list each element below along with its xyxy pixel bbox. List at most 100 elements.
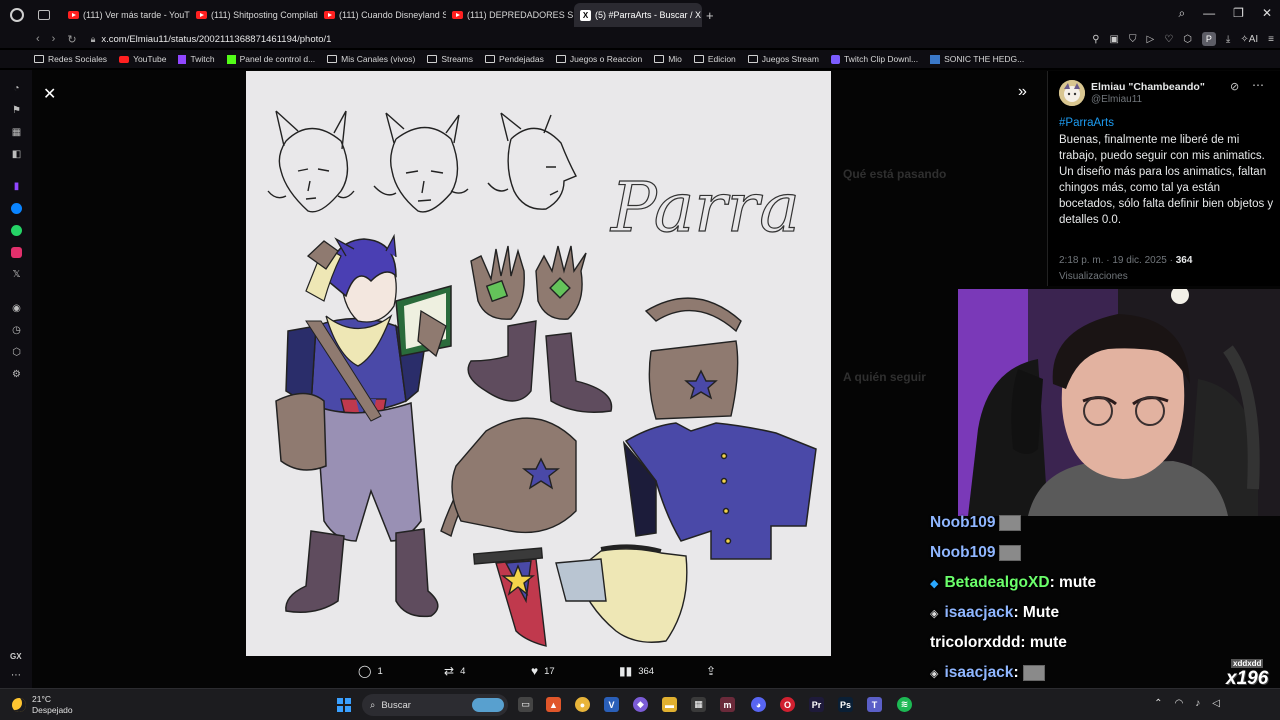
bookmark-item[interactable]: Juegos o Reaccion: [555, 54, 642, 64]
views-button[interactable]: ▮▮ 364: [619, 664, 654, 678]
discord-icon[interactable]: ◕: [751, 697, 766, 712]
mic-icon[interactable]: ♪: [1195, 698, 1200, 709]
instagram-icon[interactable]: [11, 247, 22, 258]
premiere-icon[interactable]: Pr: [809, 697, 824, 712]
network-icon[interactable]: ◠: [1175, 698, 1184, 709]
messenger-icon[interactable]: [11, 203, 22, 214]
bookmark-item[interactable]: Twitch Clip Downl...: [830, 54, 918, 64]
timestamp-text[interactable]: 2:18 p. m. · 19 dic. 2025 ·: [1059, 255, 1176, 266]
photoshop-icon[interactable]: Ps: [838, 697, 853, 712]
chrome-icon[interactable]: ●: [575, 697, 590, 712]
copilot-icon[interactable]: ◆: [633, 697, 648, 712]
chat-username[interactable]: isaacjack: [944, 664, 1013, 682]
player-icon[interactable]: ▷: [1146, 34, 1154, 45]
adblock-icon[interactable]: ⛉: [1129, 34, 1137, 45]
snapshot-icon[interactable]: ▣: [1110, 34, 1119, 45]
spotify-icon[interactable]: ≋: [897, 697, 912, 712]
taskbar-search[interactable]: ⌕ Buscar: [362, 694, 508, 716]
window-controls: ⌕ — ❐ ✕: [1178, 6, 1272, 21]
start-button[interactable]: [337, 698, 351, 712]
bookmark-item[interactable]: Edicion: [693, 54, 736, 64]
player-sidebar-icon[interactable]: ◉: [11, 303, 22, 314]
like-count: 17: [544, 665, 555, 677]
more-options-icon[interactable]: ⋯: [1252, 78, 1264, 92]
expand-panel-icon[interactable]: »: [1018, 83, 1027, 101]
forward-icon[interactable]: ›: [52, 33, 56, 46]
chat-username[interactable]: Noob109: [930, 514, 995, 532]
repost-button[interactable]: ⇄ 4: [444, 664, 465, 678]
browser-tab[interactable]: (111) Shitposting Compilation: [190, 3, 318, 27]
like-button[interactable]: ♥ 17: [531, 664, 555, 678]
file-explorer-icon[interactable]: ▬: [662, 697, 677, 712]
ai-button[interactable]: ✧AI: [1240, 34, 1258, 45]
gx-mods-icon[interactable]: ◧: [11, 149, 22, 160]
maximize-icon[interactable]: ❐: [1233, 6, 1244, 21]
hashtag-link[interactable]: #ParraArts: [1059, 117, 1114, 129]
url-field[interactable]: x.com/Elmiau11/status/200211136887146119…: [101, 34, 331, 45]
share-button[interactable]: ⇪: [706, 664, 716, 678]
chat-message: tricolorxddd : mute: [930, 634, 1067, 652]
bookmark-item[interactable]: Mio: [654, 54, 682, 64]
sidebar-more-icon[interactable]: ⋯: [11, 670, 21, 681]
gx-control-icon[interactable]: ⚑: [11, 105, 22, 116]
close-window-icon[interactable]: ✕: [1262, 6, 1272, 21]
reply-button[interactable]: ◯ 1: [358, 664, 383, 678]
new-tab-button[interactable]: +: [706, 8, 714, 23]
opera-gx-icon[interactable]: O: [780, 697, 795, 712]
profile-avatar[interactable]: P: [1201, 32, 1216, 46]
browser-tab[interactable]: (111) Ver más tarde - YouTube: [62, 3, 190, 27]
tweet-image[interactable]: Parra: [246, 71, 831, 656]
minimize-icon[interactable]: —: [1203, 6, 1215, 21]
speed-dial-icon[interactable]: ◔: [11, 83, 22, 94]
menu-icon[interactable]: ≡: [1268, 34, 1274, 45]
task-view-icon[interactable]: ▭: [518, 697, 533, 712]
extensions-sidebar-icon[interactable]: ⬡: [11, 347, 22, 358]
weather-widget[interactable]: 21°C Despejado: [12, 694, 73, 716]
twitch-icon[interactable]: ▮: [11, 181, 22, 192]
author-name[interactable]: Elmiau "Chambeando": [1091, 81, 1205, 93]
extensions-icon[interactable]: ⬡: [1183, 34, 1192, 45]
bookmark-item[interactable]: Redes Sociales: [34, 54, 107, 64]
bookmark-item[interactable]: Juegos Stream: [747, 54, 819, 64]
grok-icon[interactable]: ⊘: [1230, 80, 1239, 93]
lock-icon[interactable]: 🔒︎: [91, 34, 96, 45]
brave-icon[interactable]: ▲: [546, 697, 561, 712]
scarf-sketch: [555, 544, 688, 643]
chat-username[interactable]: tricolorxddd: [930, 634, 1020, 652]
teams-icon[interactable]: T: [867, 697, 882, 712]
settings-icon[interactable]: ⚙: [11, 369, 22, 380]
x-icon[interactable]: 𝕏: [11, 269, 22, 280]
chat-username[interactable]: isaacjack: [944, 604, 1013, 622]
bookmark-item[interactable]: SONIC THE HEDG...: [930, 54, 1024, 64]
chat-username[interactable]: BetadealgoXD: [944, 574, 1049, 592]
pin-icon[interactable]: ⚲: [1092, 34, 1099, 45]
tray-overflow-icon[interactable]: ⌃: [1154, 698, 1162, 709]
browser-tab[interactable]: (111) DEPREDADORES SIEN: [446, 3, 574, 27]
search-tabs-icon[interactable]: ⌕: [1178, 6, 1185, 21]
volume-icon[interactable]: ◁: [1212, 698, 1220, 709]
author-handle[interactable]: @Elmiau11: [1091, 94, 1142, 105]
reload-icon[interactable]: ↻: [67, 33, 76, 46]
browser-tab[interactable]: (111) Cuando Disneyland S: [318, 3, 446, 27]
whatsapp-icon[interactable]: [11, 225, 22, 236]
gx-corner-icon[interactable]: ▦: [11, 127, 22, 138]
author-avatar[interactable]: [1059, 80, 1085, 106]
bookmark-item[interactable]: YouTube: [119, 54, 166, 64]
bookmark-item[interactable]: Mis Canales (vivos): [327, 54, 415, 64]
opera-logo-icon[interactable]: [10, 8, 24, 22]
browser-tab[interactable]: X(5) #ParraArts - Buscar / X×: [574, 3, 702, 27]
store-icon[interactable]: ▦: [691, 697, 706, 712]
history-icon[interactable]: ◷: [11, 325, 22, 336]
app-icon[interactable]: m: [720, 697, 735, 712]
bookmark-item[interactable]: Pendejadas: [484, 54, 544, 64]
bookmark-item[interactable]: Streams: [427, 54, 473, 64]
vegas-icon[interactable]: V: [604, 697, 619, 712]
back-icon[interactable]: ‹: [36, 33, 40, 46]
bookmark-item[interactable]: Twitch: [178, 54, 215, 64]
bookmark-item[interactable]: Panel de control d...: [226, 54, 315, 64]
bookmark-heart-icon[interactable]: ♡: [1164, 34, 1173, 45]
download-icon[interactable]: ⤓: [1226, 34, 1230, 45]
close-media-icon[interactable]: ✕: [43, 84, 56, 104]
workspaces-icon[interactable]: [38, 10, 50, 20]
chat-username[interactable]: Noob109: [930, 544, 995, 562]
